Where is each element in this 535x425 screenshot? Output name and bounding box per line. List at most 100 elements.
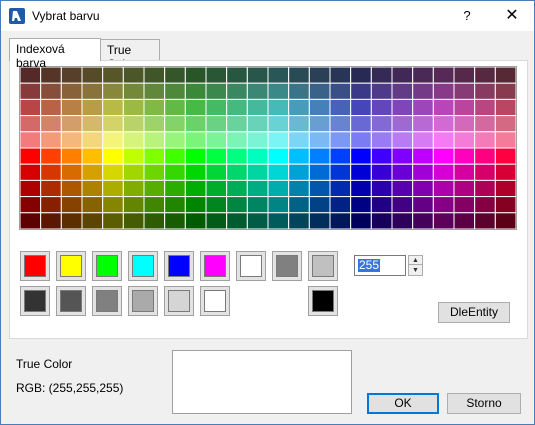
palette-grid[interactable] [20, 67, 516, 229]
palette-cell[interactable] [226, 163, 248, 181]
palette-cell[interactable] [350, 179, 372, 198]
palette-cell[interactable] [40, 196, 62, 214]
palette-cell[interactable] [391, 131, 414, 149]
palette-cell[interactable] [308, 163, 331, 181]
palette-cell[interactable] [474, 82, 496, 100]
palette-cell[interactable] [494, 67, 516, 84]
palette-cell[interactable] [432, 115, 455, 133]
palette-cell[interactable] [391, 196, 414, 214]
palette-cell[interactable] [184, 196, 207, 214]
palette-cell[interactable] [226, 98, 248, 117]
palette-cell[interactable] [494, 196, 516, 214]
palette-cell[interactable] [391, 82, 414, 100]
palette-cell[interactable] [308, 115, 331, 133]
close-button[interactable]: ✕ [497, 4, 527, 28]
palette-cell[interactable] [20, 212, 42, 229]
palette-cell[interactable] [474, 131, 496, 149]
palette-cell[interactable] [102, 82, 124, 100]
palette-cell[interactable] [102, 147, 124, 165]
palette-cell[interactable] [391, 212, 414, 229]
palette-cell[interactable] [432, 179, 455, 198]
palette-cell[interactable] [122, 179, 145, 198]
palette-cell[interactable] [432, 196, 455, 214]
palette-cell[interactable] [267, 98, 290, 117]
palette-cell[interactable] [81, 115, 104, 133]
palette-cell[interactable] [246, 98, 269, 117]
palette-cell[interactable] [184, 147, 207, 165]
palette-cell[interactable] [329, 147, 352, 165]
palette-cell[interactable] [102, 212, 124, 229]
palette-cell[interactable] [391, 115, 414, 133]
palette-cell[interactable] [164, 163, 186, 181]
palette-cell[interactable] [267, 163, 290, 181]
palette-cell[interactable] [205, 131, 228, 149]
palette-cell[interactable] [432, 82, 455, 100]
palette-cell[interactable] [329, 179, 352, 198]
palette-cell[interactable] [370, 67, 393, 84]
palette-cell[interactable] [143, 98, 166, 117]
palette-cell[interactable] [267, 67, 290, 84]
swatch-gray-4[interactable] [128, 286, 158, 316]
palette-cell[interactable] [432, 212, 455, 229]
palette-cell[interactable] [60, 67, 83, 84]
palette-cell[interactable] [40, 82, 62, 100]
palette-cell[interactable] [288, 98, 310, 117]
palette-cell[interactable] [205, 98, 228, 117]
palette-cell[interactable] [81, 212, 104, 229]
palette-cell[interactable] [267, 196, 290, 214]
palette-cell[interactable] [391, 179, 414, 198]
palette-cell[interactable] [164, 212, 186, 229]
palette-cell[interactable] [226, 212, 248, 229]
palette-cell[interactable] [20, 115, 42, 133]
palette-cell[interactable] [184, 212, 207, 229]
palette-cell[interactable] [102, 98, 124, 117]
palette-cell[interactable] [453, 179, 476, 198]
palette-cell[interactable] [143, 82, 166, 100]
palette-cell[interactable] [308, 147, 331, 165]
palette-cell[interactable] [246, 179, 269, 198]
palette-cell[interactable] [205, 82, 228, 100]
palette-cell[interactable] [494, 179, 516, 198]
palette-cell[interactable] [40, 131, 62, 149]
palette-cell[interactable] [308, 131, 331, 149]
swatch-gray-1[interactable] [20, 286, 50, 316]
palette-cell[interactable] [226, 82, 248, 100]
palette-cell[interactable] [164, 147, 186, 165]
palette-cell[interactable] [40, 212, 62, 229]
palette-cell[interactable] [432, 163, 455, 181]
palette-cell[interactable] [412, 196, 434, 214]
palette-cell[interactable] [350, 115, 372, 133]
palette-cell[interactable] [494, 212, 516, 229]
palette-cell[interactable] [329, 196, 352, 214]
palette-cell[interactable] [102, 131, 124, 149]
palette-cell[interactable] [184, 179, 207, 198]
palette-cell[interactable] [350, 67, 372, 84]
palette-cell[interactable] [288, 131, 310, 149]
palette-cell[interactable] [184, 131, 207, 149]
palette-cell[interactable] [350, 82, 372, 100]
palette-cell[interactable] [81, 147, 104, 165]
palette-cell[interactable] [246, 212, 269, 229]
palette-cell[interactable] [246, 115, 269, 133]
palette-cell[interactable] [102, 115, 124, 133]
color-index-input[interactable]: 255 [354, 255, 406, 276]
palette-cell[interactable] [370, 115, 393, 133]
palette-cell[interactable] [370, 212, 393, 229]
palette-cell[interactable] [20, 196, 42, 214]
palette-cell[interactable] [288, 179, 310, 198]
palette-cell[interactable] [246, 67, 269, 84]
palette-cell[interactable] [329, 98, 352, 117]
palette-cell[interactable] [308, 196, 331, 214]
palette-cell[interactable] [122, 82, 145, 100]
palette-cell[interactable] [226, 196, 248, 214]
palette-cell[interactable] [474, 115, 496, 133]
palette-cell[interactable] [40, 163, 62, 181]
palette-cell[interactable] [391, 67, 414, 84]
palette-cell[interactable] [60, 115, 83, 133]
palette-cell[interactable] [226, 147, 248, 165]
palette-cell[interactable] [494, 98, 516, 117]
palette-cell[interactable] [350, 131, 372, 149]
palette-cell[interactable] [453, 131, 476, 149]
palette-cell[interactable] [453, 82, 476, 100]
palette-cell[interactable] [205, 147, 228, 165]
